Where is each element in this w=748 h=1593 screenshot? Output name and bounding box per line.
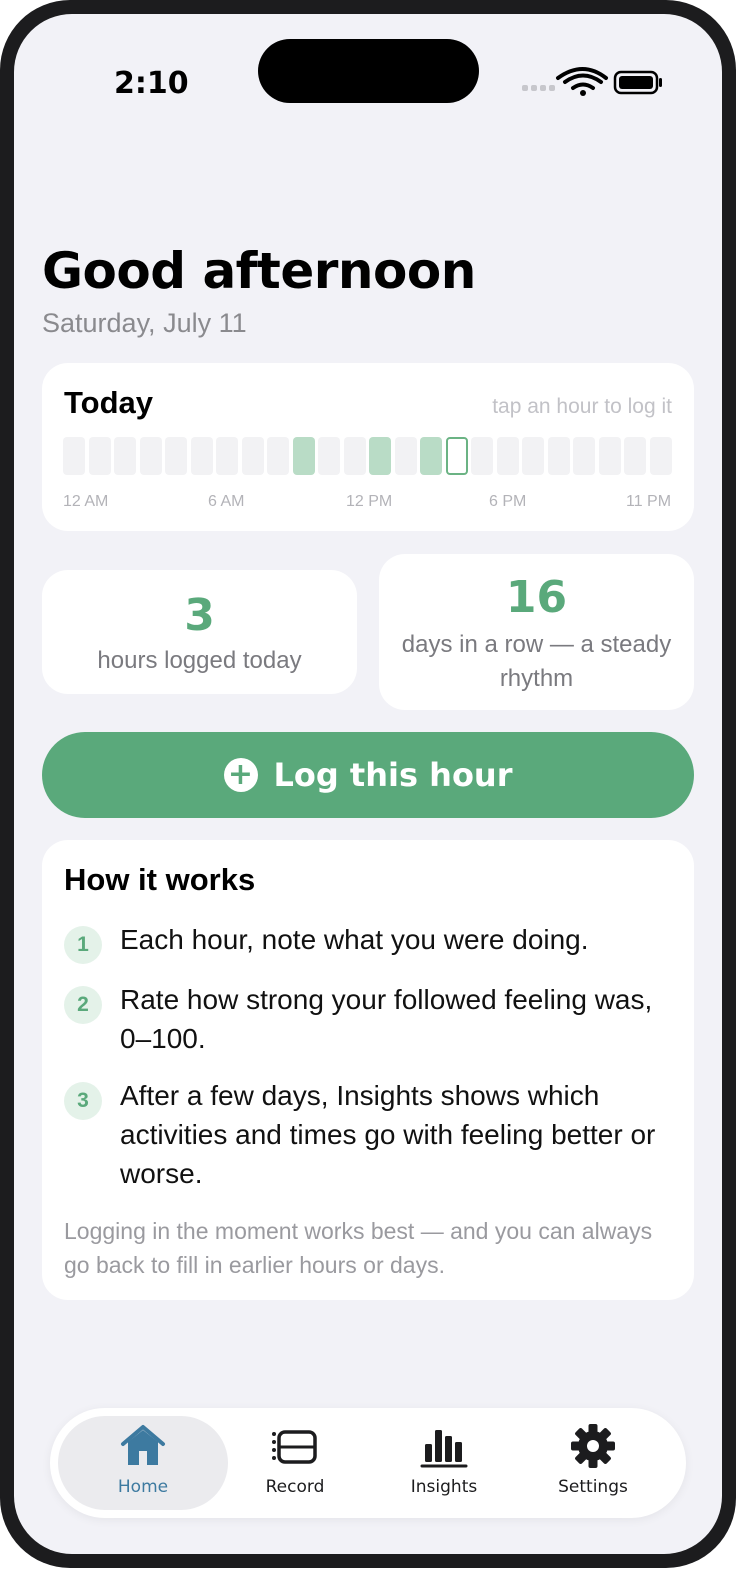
hour-cell[interactable] — [140, 437, 162, 475]
hour-cell[interactable] — [573, 437, 595, 475]
cellular-icon — [522, 85, 555, 91]
log-button-label: Log this hour — [273, 756, 513, 794]
house-icon — [121, 1425, 165, 1465]
hour-cell[interactable] — [548, 437, 570, 475]
streak-card: 16 days in a row — a steady rhythm — [379, 554, 694, 710]
hour-cell[interactable] — [599, 437, 621, 475]
hours-logged-label: hours logged today — [97, 647, 302, 674]
plus-circle-icon: + — [223, 758, 258, 792]
wifi-icon — [556, 67, 608, 90]
hour-cell[interactable] — [114, 437, 136, 475]
hour-cell[interactable] — [63, 437, 85, 475]
log-this-hour-button[interactable]: + Log this hour — [42, 732, 694, 818]
status-time: 2:10 — [114, 66, 189, 101]
tab-label: Insights — [410, 1477, 478, 1497]
tab-label: Settings — [558, 1477, 628, 1497]
step-number: 2 — [64, 986, 102, 1024]
hour-cell[interactable] — [369, 437, 391, 475]
tab-bar: Home Record Insights Settings — [50, 1408, 686, 1518]
record-icon — [272, 1430, 317, 1464]
battery-icon — [613, 70, 662, 95]
how-it-works-card: How it works 1 Each hour, note what you … — [42, 840, 694, 1300]
hour-cell[interactable] — [267, 437, 289, 475]
tab-settings[interactable]: Settings — [508, 1416, 678, 1510]
hour-strip — [63, 437, 673, 477]
step-text: Rate how strong your followed feeling wa… — [120, 984, 653, 1054]
hour-cell[interactable] — [650, 437, 672, 475]
today-title: Today — [64, 385, 153, 420]
streak-value: 16 — [505, 572, 568, 623]
dynamic-island — [258, 39, 479, 103]
axis-label-11pm: 11 PM — [626, 493, 672, 510]
hour-cell[interactable] — [216, 437, 238, 475]
axis-label-12am: 12 AM — [63, 493, 109, 510]
greeting: Good afternoon — [42, 242, 476, 300]
device-frame: 2:10 Good afternoon Saturday, July 11 To… — [0, 0, 736, 1568]
tab-label: Home — [117, 1477, 169, 1497]
tab-home[interactable]: Home — [58, 1416, 228, 1510]
date-label: Saturday, July 11 — [42, 308, 247, 338]
tab-insights[interactable]: Insights — [359, 1416, 529, 1510]
screen: 2:10 Good afternoon Saturday, July 11 To… — [14, 14, 722, 1554]
hour-cell[interactable] — [318, 437, 340, 475]
hour-cell[interactable] — [293, 437, 315, 475]
hour-cell[interactable] — [395, 437, 417, 475]
hour-cell[interactable] — [497, 437, 519, 475]
hour-cell[interactable] — [242, 437, 264, 475]
step-number: 3 — [64, 1082, 102, 1120]
today-card: Today tap an hour to log it 12 AM 6 AM 1… — [42, 363, 694, 531]
step-text: After a few days, Insights shows which a… — [120, 1080, 656, 1189]
hour-cell[interactable] — [344, 437, 366, 475]
today-hint: tap an hour to log it — [492, 395, 672, 418]
hour-cell[interactable] — [420, 437, 442, 475]
axis-label-6am: 6 AM — [208, 493, 245, 510]
tab-label: Record — [265, 1477, 325, 1497]
hour-cell[interactable] — [471, 437, 493, 475]
hours-logged-value: 3 — [184, 590, 215, 641]
hour-cell[interactable] — [165, 437, 187, 475]
hour-cell[interactable] — [522, 437, 544, 475]
hour-cell[interactable] — [624, 437, 646, 475]
bar-chart-icon — [420, 1430, 468, 1468]
step-text: Each hour, note what you were doing. — [120, 924, 589, 955]
tab-record[interactable]: Record — [210, 1416, 380, 1510]
hour-cell[interactable] — [191, 437, 213, 475]
gear-icon — [571, 1424, 615, 1468]
axis-label-12pm: 12 PM — [346, 493, 393, 510]
hour-cell[interactable] — [89, 437, 111, 475]
how-it-works-note: Logging in the moment works best — and y… — [64, 1218, 653, 1278]
status-icons — [522, 67, 662, 96]
step-number: 1 — [64, 926, 102, 964]
streak-label: days in a row — a steady rhythm — [401, 631, 672, 692]
hour-cell[interactable] — [446, 437, 468, 475]
how-it-works-title: How it works — [64, 862, 256, 897]
hours-logged-card: 3 hours logged today — [42, 570, 357, 694]
axis-label-6pm: 6 PM — [489, 493, 527, 510]
